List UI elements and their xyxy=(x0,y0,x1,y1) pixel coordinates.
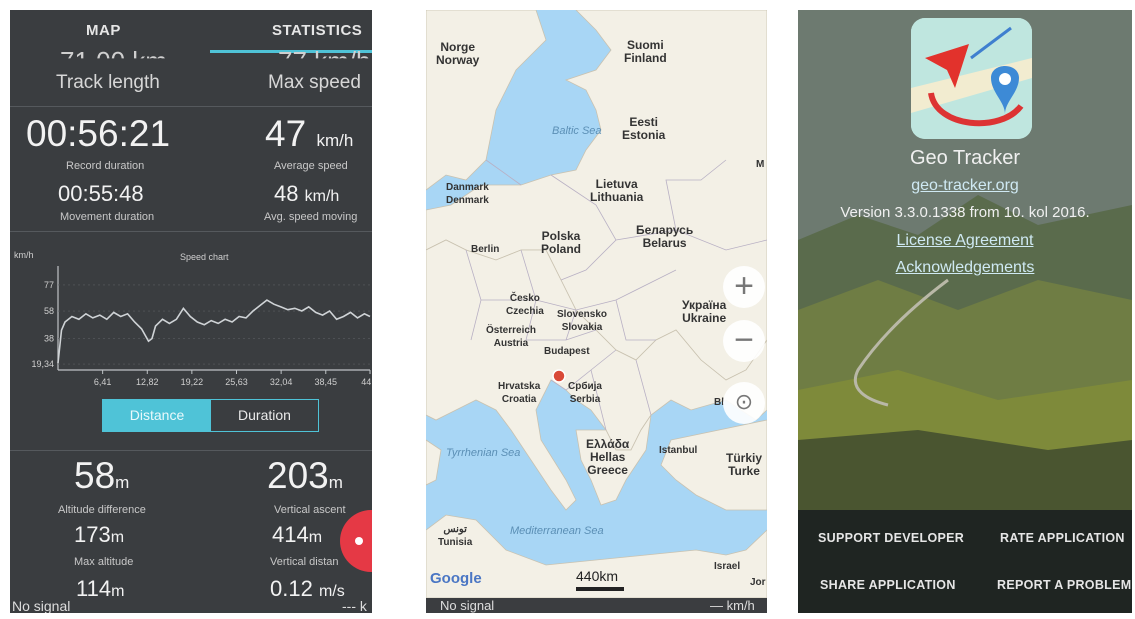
statistics-screen: MAP STATISTICS 71,00 km 77 km/h Track le… xyxy=(10,10,372,613)
label-slovakia: Slovensko Slovakia xyxy=(557,309,608,333)
chart-y-tick-label: 38 xyxy=(44,333,54,343)
label-greece: Ελλάδα Hellas Greece xyxy=(586,437,630,477)
label-poland: Polska Poland xyxy=(541,229,582,256)
vertical-ascent-label: Vertical ascent xyxy=(274,504,346,516)
toggle-duration[interactable]: Duration xyxy=(211,400,318,431)
map-status-bar: No signal — km/h xyxy=(426,598,767,613)
label-finland: Suomi Finland xyxy=(624,38,667,65)
support-developer-button[interactable]: SUPPORT DEVELOPER xyxy=(818,531,964,545)
zoom-in-button[interactable]: + xyxy=(723,266,765,308)
altitude-difference-label: Altitude difference xyxy=(58,504,146,516)
record-duration-label: Record duration xyxy=(66,160,145,172)
speed-status: --- k xyxy=(342,598,367,613)
avg-speed-moving-value: 48 km/h xyxy=(274,181,340,206)
action-bar: SUPPORT DEVELOPER RATE APPLICATION SHARE… xyxy=(798,510,1132,613)
altitude-difference-value: 58m xyxy=(74,455,130,496)
vertical-distance-value: 414m xyxy=(272,522,323,547)
record-button[interactable] xyxy=(340,510,372,572)
divider xyxy=(10,450,372,451)
tab-map[interactable]: MAP xyxy=(86,22,121,39)
chart-x-tick-label: 25,63 xyxy=(225,377,248,387)
label-serbia: Србија Serbia xyxy=(568,381,602,405)
chart-x-tick-label: 6,41 xyxy=(94,377,112,387)
label-austria: Österreich Austria xyxy=(486,325,537,349)
chart-y-tick-label: 77 xyxy=(44,280,54,290)
location-marker xyxy=(552,369,566,383)
crosshair-icon: ⊙ xyxy=(734,389,754,414)
label-berlin: Berlin xyxy=(471,244,500,255)
speed-chart: km/h Speed chart 77 58 38 19,34 6,41 12,82 19… xyxy=(14,250,372,387)
share-application-button[interactable]: SHARE APPLICATION xyxy=(820,578,956,592)
record-icon xyxy=(355,537,363,545)
tab-statistics[interactable]: STATISTICS xyxy=(272,22,362,39)
divider xyxy=(10,106,372,107)
google-logo: Google xyxy=(430,570,482,587)
label-baltic-sea: Baltic Sea xyxy=(552,125,602,137)
label-croatia: Hrvatska Croatia xyxy=(498,381,541,405)
chart-x-tick-label: 19,22 xyxy=(181,377,204,387)
map-scale: 440km xyxy=(576,568,619,584)
license-link[interactable]: License Agreement xyxy=(798,232,1132,250)
track-length-label: Track length xyxy=(56,72,160,93)
my-location-button[interactable]: ⊙ xyxy=(723,382,765,424)
chart-x-tick-label: 38,45 xyxy=(315,377,338,387)
rate-application-button[interactable]: RATE APPLICATION xyxy=(1000,531,1125,545)
label-tunisia: تونس Tunisia xyxy=(438,524,473,548)
vertical-ascent-value: 203m xyxy=(267,455,343,496)
max-altitude-label: Max altitude xyxy=(74,556,134,568)
chart-x-tick-label: 32,04 xyxy=(270,377,293,387)
max-altitude-value: 173m xyxy=(74,522,125,547)
avg-speed-moving-label: Avg. speed moving xyxy=(264,211,358,223)
land-scandinavia xyxy=(426,10,547,191)
zoom-out-button[interactable]: − xyxy=(723,320,765,362)
label-jordan: Jor xyxy=(750,577,766,588)
chart-axis-toggle: Distance Duration xyxy=(102,399,319,432)
vertical-distance-label: Vertical distan xyxy=(270,556,339,568)
label-turkey: Türkiy Turke xyxy=(726,451,763,478)
gps-status: No signal xyxy=(12,598,71,613)
label-estonia: Eesti Estonia xyxy=(622,115,666,142)
speed-series-line xyxy=(57,299,371,364)
label-ukraine: Україна Ukraine xyxy=(682,298,727,325)
app-name: Geo Tracker xyxy=(909,147,1021,169)
label-tyrrhenian-sea: Tyrrhenian Sea xyxy=(446,447,521,459)
map-screen: Norge Norway Suomi Finland Baltic Sea Eest… xyxy=(426,10,767,613)
speed-status: — km/h xyxy=(710,598,755,613)
about-screen: Geo Tracker geo-tracker.org Version 3.3.… xyxy=(798,10,1132,613)
land-iberia-edge xyxy=(426,439,442,486)
label-israel: Israel xyxy=(714,561,741,572)
label-norway: Norge Norway xyxy=(436,40,480,67)
label-belarus: Беларусь Belarus xyxy=(636,223,694,250)
movement-duration-label: Movement duration xyxy=(60,211,155,223)
divider xyxy=(10,231,372,232)
app-logo xyxy=(911,18,1032,139)
gps-status: No signal xyxy=(440,598,495,613)
report-problem-button[interactable]: REPORT A PROBLEM xyxy=(997,578,1131,592)
chart-y-unit: km/h xyxy=(14,250,34,260)
label-denmark: Danmark Denmark xyxy=(446,182,489,206)
average-speed-label: Average speed xyxy=(274,160,348,172)
vertical-speed-value: 0.12 m/s xyxy=(270,576,345,601)
label-mediterranean-sea: Mediterranean Sea xyxy=(510,525,604,537)
toggle-distance[interactable]: Distance xyxy=(103,400,211,431)
scale-bar xyxy=(576,587,624,591)
chart-title: Speed chart xyxy=(180,252,229,262)
label-budapest: Budapest xyxy=(544,346,590,357)
label-lithuania: Lietuva Lithuania xyxy=(590,177,644,204)
movement-duration-value: 00:55:48 xyxy=(58,181,144,206)
min-altitude-value: 114m xyxy=(76,576,125,601)
average-speed-value: 47 km/h xyxy=(265,113,354,154)
chart-y-tick-label: 19,34 xyxy=(31,359,54,369)
chart-y-tick-label: 58 xyxy=(44,306,54,316)
label-m-edge: M xyxy=(756,159,765,170)
label-czechia: Česko Czechia xyxy=(506,293,544,317)
acknowledgements-link[interactable]: Acknowledgements xyxy=(798,259,1132,277)
chart-x-tick-label: 44,8 xyxy=(361,377,372,387)
max-speed-label: Max speed xyxy=(268,72,361,93)
version-text: Version 3.3.0.1338 from 10. kol 2016. xyxy=(840,204,1090,221)
record-duration-value: 00:56:21 xyxy=(26,113,171,154)
chart-x-tick-label: 12,82 xyxy=(136,377,159,387)
label-istanbul: Istanbul xyxy=(659,445,698,456)
website-link[interactable]: geo-tracker.org xyxy=(798,177,1132,195)
